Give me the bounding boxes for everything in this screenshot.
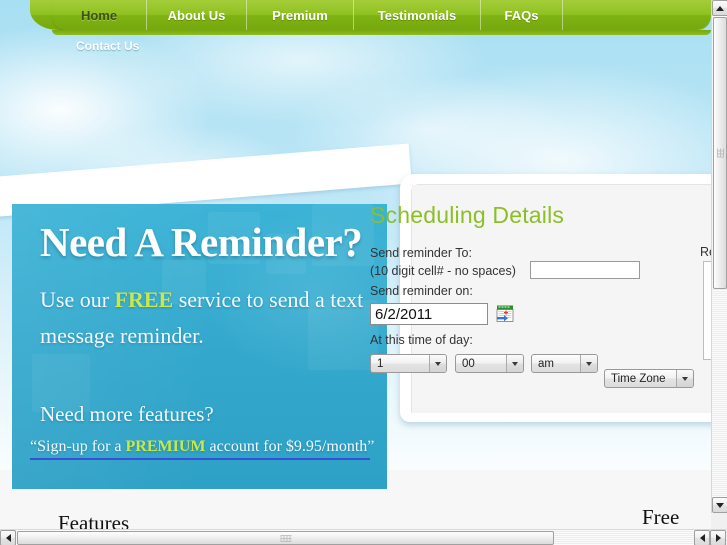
triangle-left-icon: [5, 534, 11, 542]
nav-item-contact-us[interactable]: Contact Us: [76, 39, 139, 53]
triangle-down-icon: [716, 502, 724, 508]
chevron-down-icon: [506, 355, 523, 372]
chevron-down-icon: [676, 370, 693, 387]
premium-link-before: “Sign-up for a: [30, 438, 126, 455]
triangle-left-icon: [699, 534, 705, 542]
scheduling-form: Scheduling Details Send reminder To: (10…: [368, 202, 711, 402]
send-reminder-to-label: Send reminder To:: [370, 246, 472, 260]
triangle-right-icon: [715, 534, 721, 542]
premium-link-highlight: PREMIUM: [125, 438, 206, 455]
meridiem-select[interactable]: am: [531, 354, 598, 373]
hero-headline: Need A Reminder?: [40, 219, 363, 265]
send-reminder-on-label: Send reminder on:: [370, 284, 473, 298]
scroll-left-step-button[interactable]: [694, 530, 710, 545]
nav-item-testimonials-label: Testimonials: [377, 7, 457, 23]
nav-item-home-label: Home: [80, 7, 118, 23]
main-navigation: Home About Us Premium Testimonials FAQs …: [0, 0, 711, 53]
calendar-picker-icon[interactable]: [496, 305, 514, 322]
premium-link-after: account for $9.95/month”: [205, 438, 375, 455]
page-content: Home About Us Premium Testimonials FAQs …: [0, 0, 711, 529]
timezone-select-value: Time Zone: [611, 372, 666, 385]
nav-item-about-us[interactable]: About Us: [147, 0, 247, 30]
hero-question: Need more features?: [40, 402, 214, 426]
chevron-down-icon: [580, 355, 597, 372]
nav-item-list: Home About Us Premium Testimonials FAQs: [52, 0, 563, 30]
vertical-scrollbar-thumb[interactable]: [713, 17, 727, 289]
browser-viewport: Home About Us Premium Testimonials FAQs …: [0, 0, 727, 545]
scheduling-details-heading: Scheduling Details: [370, 202, 565, 228]
horizontal-scrollbar-thumb[interactable]: [17, 531, 554, 545]
time-of-day-label: At this time of day:: [370, 333, 473, 347]
triangle-up-icon: [716, 5, 724, 11]
chevron-down-icon: [429, 355, 446, 372]
reminder-text-label: Re: [700, 245, 711, 259]
hour-select[interactable]: 1: [370, 354, 447, 373]
hour-select-value: 1: [377, 357, 384, 370]
reminder-text-textarea[interactable]: [703, 261, 711, 360]
horizontal-scrollbar[interactable]: [0, 529, 727, 545]
hero-subheadline: Use our FREE service to send a text mess…: [40, 282, 370, 354]
hero-panel: Need A Reminder? Use our FREE service to…: [12, 204, 387, 489]
phone-number-input[interactable]: [530, 261, 640, 279]
nav-item-premium[interactable]: Premium: [247, 0, 354, 30]
bottom-content-strip: Features Free: [12, 489, 711, 529]
nav-bar-shadow-strip: [52, 30, 711, 35]
scrollbar-corner: [711, 513, 727, 529]
nav-item-premium-label: Premium: [272, 7, 328, 23]
nav-item-testimonials[interactable]: Testimonials: [354, 0, 481, 30]
nav-item-contact-us-label: Contact Us: [76, 39, 140, 53]
nav-item-faqs[interactable]: FAQs: [481, 0, 563, 30]
cell-number-hint-label: (10 digit cell# - no spaces): [370, 264, 516, 278]
scrollbar-grip-icon: [717, 148, 724, 158]
nav-item-faqs-label: FAQs: [504, 7, 539, 23]
nav-item-about-us-label: About Us: [167, 7, 226, 23]
hero-sub-before: Use our: [40, 287, 115, 312]
vertical-scrollbar[interactable]: [711, 0, 727, 529]
scrollbar-grip-icon: [280, 535, 291, 542]
reminder-date-input[interactable]: [370, 303, 488, 325]
scroll-down-arrow-button[interactable]: [712, 497, 727, 513]
hero-sub-free-highlight: FREE: [114, 287, 174, 312]
nav-item-home[interactable]: Home: [52, 0, 147, 30]
meridiem-select-value: am: [538, 357, 554, 370]
scroll-left-arrow-button[interactable]: [0, 530, 16, 545]
timezone-select[interactable]: Time Zone: [604, 369, 694, 388]
scroll-up-arrow-button[interactable]: [712, 0, 727, 16]
premium-signup-link[interactable]: “Sign-up for a PREMIUM account for $9.95…: [30, 438, 374, 460]
minute-select-value: 00: [462, 357, 475, 370]
free-column-heading: Free: [642, 505, 680, 529]
scroll-right-arrow-button[interactable]: [710, 530, 726, 545]
features-heading: Features: [58, 511, 130, 529]
minute-select[interactable]: 00: [455, 354, 524, 373]
